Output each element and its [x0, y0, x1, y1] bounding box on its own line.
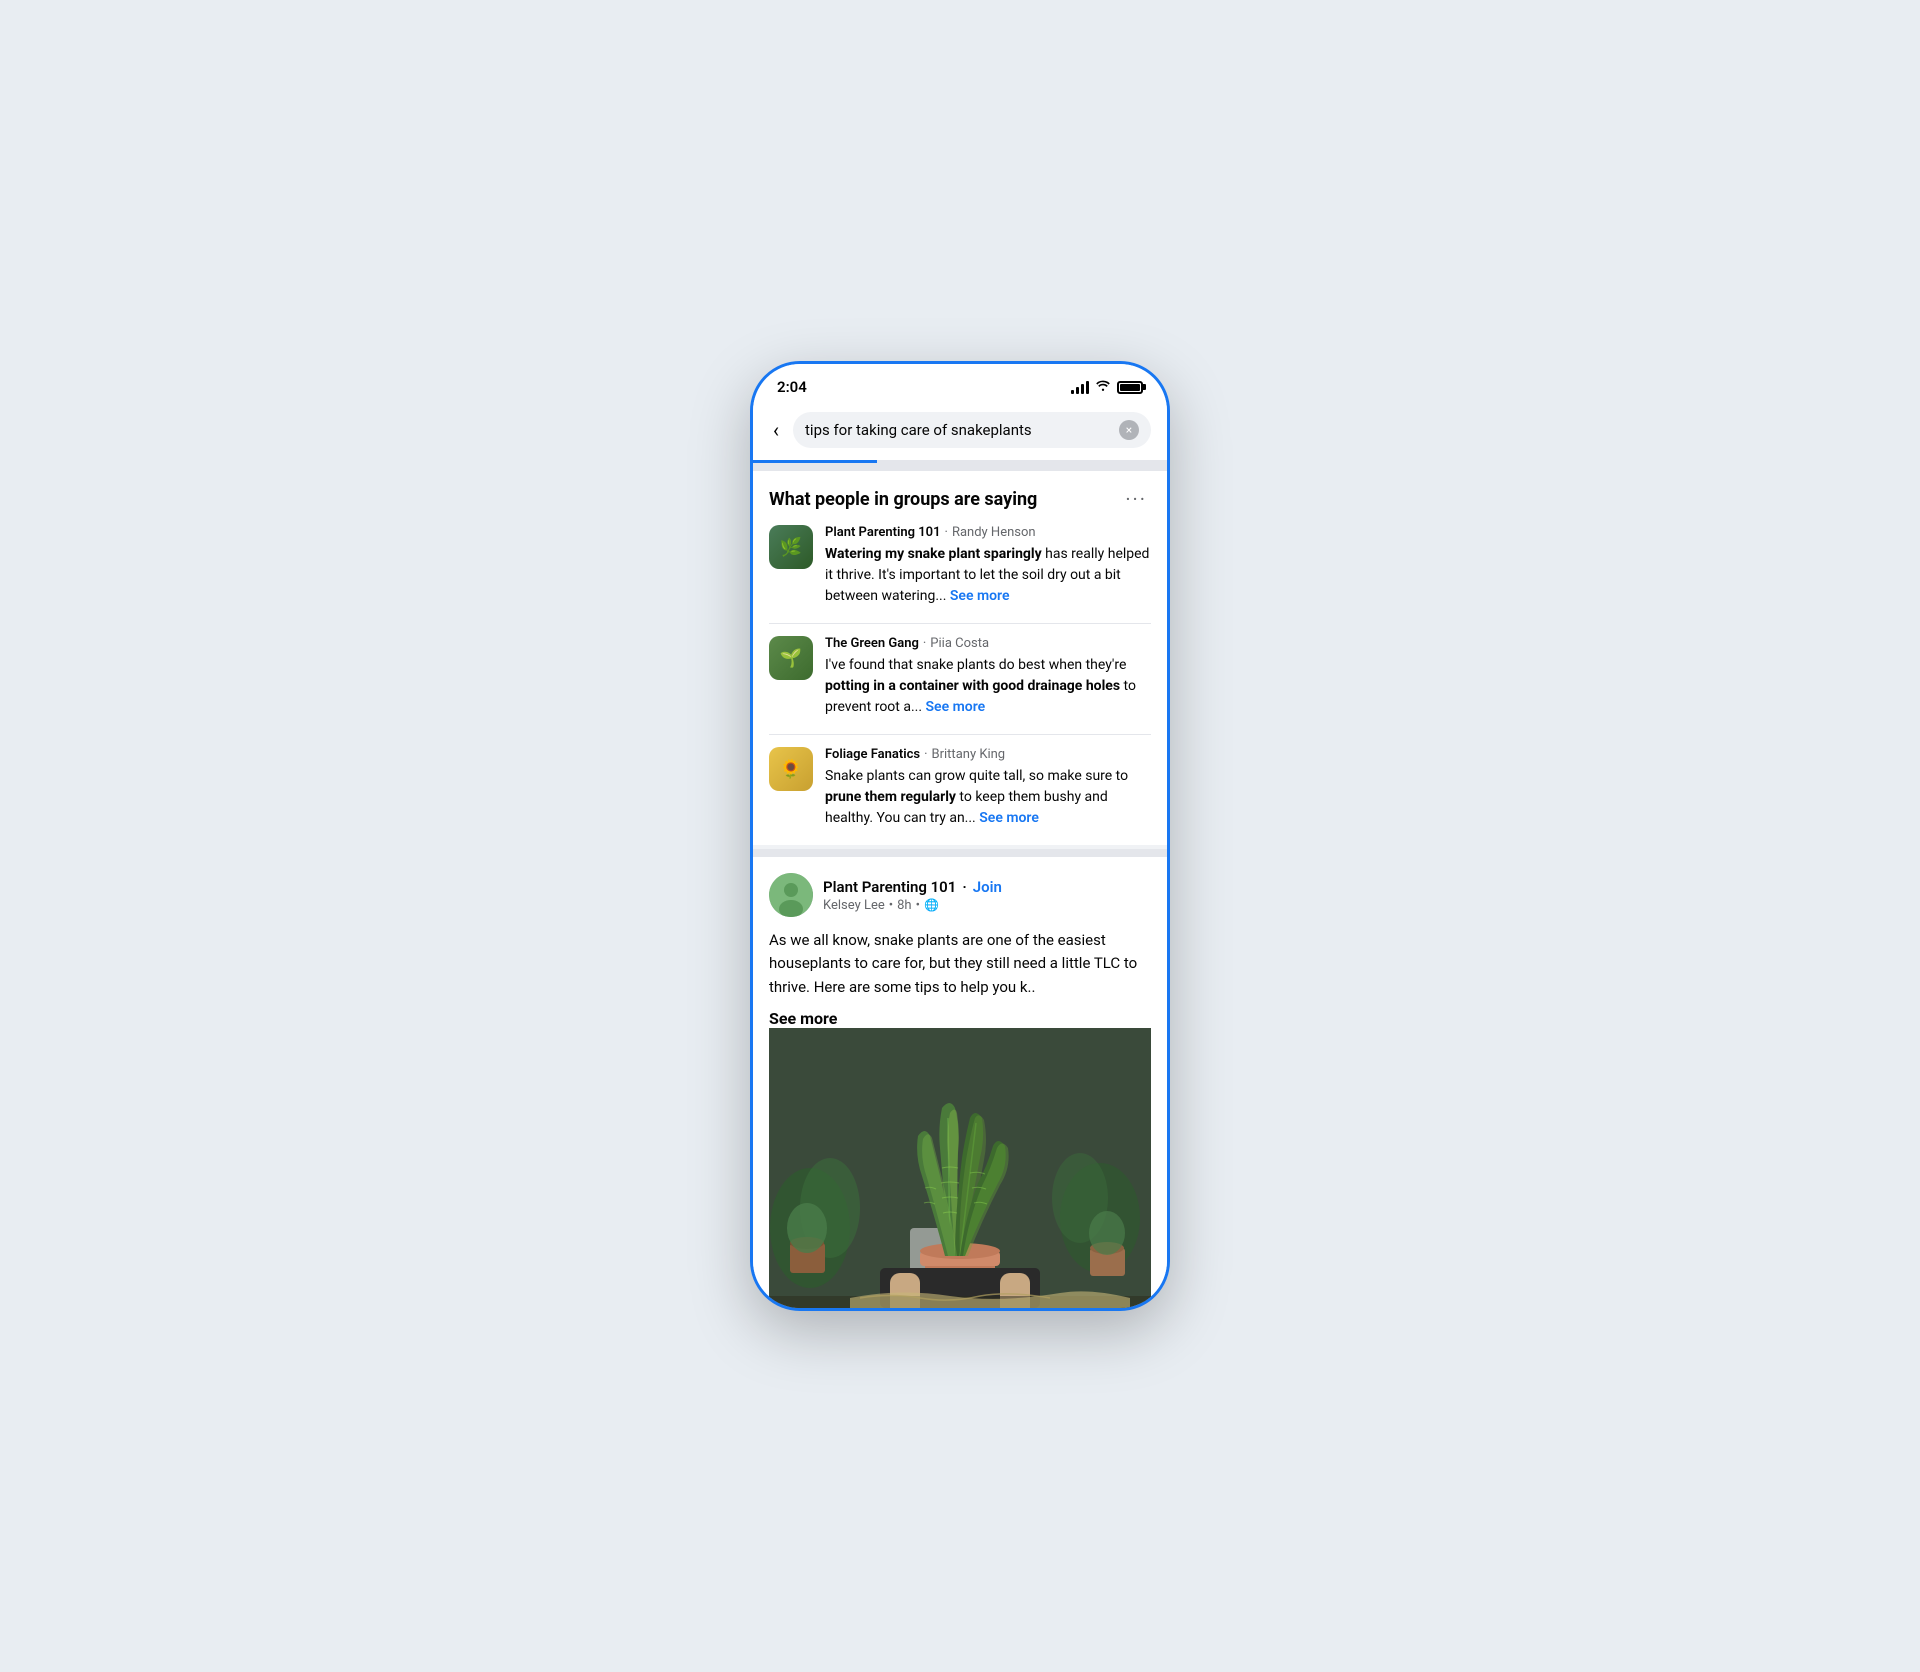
author-name-3: Brittany King: [932, 747, 1006, 762]
author-name-1: Randy Henson: [952, 525, 1036, 540]
post-bold-1: Watering my snake plant sparingly: [825, 546, 1042, 562]
see-more-3[interactable]: See more: [979, 810, 1039, 826]
post-meta-3: Foliage Fanatics · Brittany King: [825, 747, 1151, 762]
post-bold-2: potting in a container with good drainag…: [825, 678, 1120, 694]
post-bold-3: prune them regularly: [825, 789, 956, 805]
back-button[interactable]: ‹: [769, 414, 783, 446]
groups-title: What people in groups are saying: [769, 489, 1037, 510]
group-name-3[interactable]: Foliage Fanatics: [825, 747, 920, 762]
post-content-1: Plant Parenting 101 · Randy Henson Water…: [825, 525, 1151, 607]
group-avatar-1: 🌿: [769, 525, 813, 569]
battery-icon: [1117, 381, 1143, 394]
globe-icon: 🌐: [924, 898, 939, 912]
group-avatar-3: 🌻: [769, 747, 813, 791]
post-before-3: Snake plants can grow quite tall, so mak…: [825, 768, 1128, 784]
groups-section: What people in groups are saying ··· 🌿 P…: [753, 471, 1167, 845]
post-meta-1: Plant Parenting 101 · Randy Henson: [825, 525, 1151, 540]
section-divider-2: [753, 849, 1167, 857]
post-content-2: The Green Gang · Piia Costa I've found t…: [825, 636, 1151, 718]
signal-icon: [1071, 380, 1089, 394]
see-more-2[interactable]: See more: [926, 699, 986, 715]
separator-1: ·: [945, 525, 948, 540]
post-card-group-line: Plant Parenting 101 · Join: [823, 878, 1151, 896]
post-time: 8h: [897, 898, 911, 913]
poster-avatar: [769, 873, 813, 917]
search-input-wrapper[interactable]: tips for taking care of snakeplants ×: [793, 412, 1151, 448]
group-post-item-2: 🌱 The Green Gang · Piia Costa I've found…: [769, 636, 1151, 735]
see-more-1[interactable]: See more: [950, 588, 1010, 604]
group-name-2[interactable]: The Green Gang: [825, 636, 919, 651]
group-post-item-3: 🌻 Foliage Fanatics · Brittany King Snake…: [769, 747, 1151, 845]
dot-separator: ·: [962, 878, 966, 896]
search-bar: ‹ tips for taking care of snakeplants ×: [753, 404, 1167, 460]
plant-image: [769, 1028, 1151, 1308]
status-icons: [1071, 378, 1143, 396]
author-name-2: Piia Costa: [930, 636, 989, 651]
see-more-card[interactable]: See more: [769, 1009, 837, 1028]
post-card-body: As we all know, snake plants are one of …: [769, 929, 1151, 999]
more-options-button[interactable]: ···: [1121, 487, 1151, 511]
post-before-2: I've found that snake plants do best whe…: [825, 657, 1126, 673]
wifi-icon: [1095, 378, 1111, 396]
post-meta-2: The Green Gang · Piia Costa: [825, 636, 1151, 651]
separator-2: ·: [923, 636, 926, 651]
phone-frame: 2:04 ‹ tips for taking care of snakeplan…: [750, 361, 1170, 1311]
post-body-text: As we all know, snake plants are one of …: [769, 931, 1137, 996]
post-content-3: Foliage Fanatics · Brittany King Snake p…: [825, 747, 1151, 829]
post-text-1[interactable]: Watering my snake plant sparingly has re…: [825, 544, 1151, 607]
group-post-item: 🌿 Plant Parenting 101 · Randy Henson Wat…: [769, 525, 1151, 624]
clear-button[interactable]: ×: [1119, 420, 1139, 440]
post-card-header: Plant Parenting 101 · Join Kelsey Lee • …: [769, 873, 1151, 917]
section-divider-1: [753, 463, 1167, 471]
post-card-author: Kelsey Lee: [823, 898, 885, 913]
post-text-3[interactable]: Snake plants can grow quite tall, so mak…: [825, 766, 1151, 829]
groups-header: What people in groups are saying ···: [769, 487, 1151, 511]
post-card-group-name[interactable]: Plant Parenting 101: [823, 878, 956, 896]
separator-3: ·: [924, 747, 927, 762]
post-text-2[interactable]: I've found that snake plants do best whe…: [825, 655, 1151, 718]
post-card-user-line: Kelsey Lee • 8h • 🌐: [823, 898, 1151, 913]
post-card-meta: Plant Parenting 101 · Join Kelsey Lee • …: [823, 878, 1151, 913]
group-avatar-2: 🌱: [769, 636, 813, 680]
status-bar: 2:04: [753, 364, 1167, 404]
time-dot: •: [889, 898, 893, 913]
time-dot-2: •: [916, 898, 920, 913]
join-button[interactable]: Join: [973, 878, 1002, 896]
post-card: Plant Parenting 101 · Join Kelsey Lee • …: [753, 857, 1167, 1308]
time-display: 2:04: [777, 378, 807, 396]
search-input[interactable]: tips for taking care of snakeplants: [805, 421, 1111, 439]
group-name-1[interactable]: Plant Parenting 101: [825, 525, 941, 540]
